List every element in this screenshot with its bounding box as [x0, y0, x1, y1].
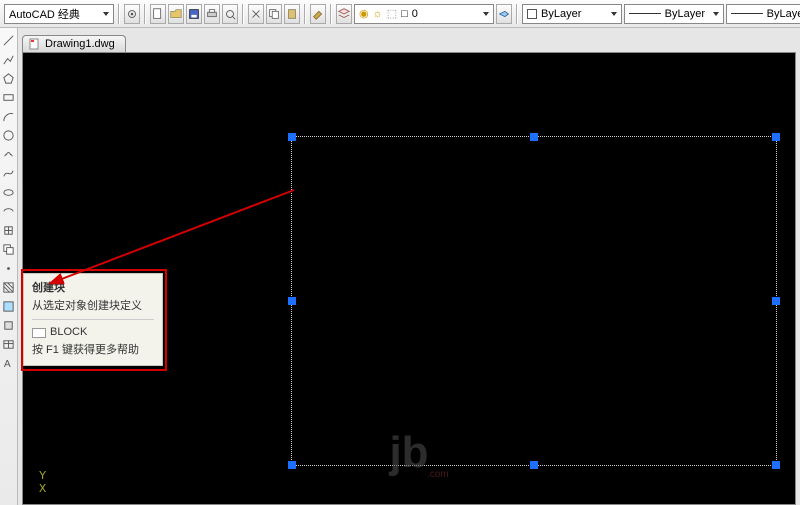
sun-icon: ☼	[373, 8, 383, 20]
polyline-tool-icon[interactable]	[1, 51, 17, 67]
layer-dropdown[interactable]: ◉ ☼ ⬚ □ 0	[354, 4, 494, 24]
selection-grip[interactable]	[288, 461, 296, 469]
print-icon[interactable]	[204, 4, 220, 24]
line-sample-icon	[629, 13, 661, 14]
polygon-tool-icon[interactable]	[1, 70, 17, 86]
toolbar-row-1: AutoCAD 经典 ◉ ☼ ⬚ □ 0 ByLayer ByLayer ByL…	[0, 0, 800, 28]
axis-x: X	[39, 483, 46, 496]
gradient-tool-icon[interactable]	[1, 298, 17, 314]
region-tool-icon[interactable]	[1, 317, 17, 333]
color-swatch-icon	[527, 9, 537, 19]
table-tool-icon[interactable]	[1, 336, 17, 352]
separator	[304, 4, 306, 24]
separator	[242, 4, 244, 24]
open-file-icon[interactable]	[168, 4, 184, 24]
document-tabs: Drawing1.dwg	[22, 32, 796, 52]
main-area: A Drawing1.dwg Y X 创建块 从选定对象创建块定义	[0, 28, 800, 505]
svg-text:A: A	[4, 359, 11, 370]
paste-icon[interactable]	[284, 4, 300, 24]
selection-grip[interactable]	[530, 133, 538, 141]
lineweight-sample-icon	[731, 13, 763, 14]
chevron-down-icon	[483, 12, 489, 16]
selection-grip[interactable]	[772, 461, 780, 469]
dwg-file-icon	[29, 38, 41, 50]
selection-rectangle[interactable]	[291, 136, 777, 466]
save-icon[interactable]	[186, 4, 202, 24]
tooltip-title: 创建块	[32, 280, 154, 298]
tooltip-block: 创建块 从选定对象创建块定义 BLOCK 按 F1 键获得更多帮助	[23, 273, 163, 366]
gear-icon[interactable]	[124, 4, 140, 24]
tooltip-command-row: BLOCK	[32, 324, 154, 342]
separator	[330, 4, 332, 24]
arc-tool-icon[interactable]	[1, 108, 17, 124]
chevron-down-icon	[611, 12, 617, 16]
lightbulb-icon: ◉	[359, 7, 369, 20]
tooltip-command: BLOCK	[50, 324, 87, 342]
selection-grip[interactable]	[530, 461, 538, 469]
linetype-value: ByLayer	[665, 8, 705, 20]
drawing-area-wrap: Drawing1.dwg Y X 创建块 从选定对象创建块定义 BLOCK 按 …	[22, 32, 796, 505]
tooltip-separator	[32, 319, 154, 320]
ucs-axis-label: Y X	[39, 470, 46, 496]
chevron-down-icon	[103, 12, 109, 16]
color-value: ByLayer	[541, 8, 581, 20]
tab-drawing1[interactable]: Drawing1.dwg	[22, 35, 126, 52]
workspace-dropdown[interactable]: AutoCAD 经典	[4, 4, 114, 24]
revcloud-tool-icon[interactable]	[1, 146, 17, 162]
lineweight-value: ByLayer	[767, 8, 800, 20]
copy-icon[interactable]	[266, 4, 282, 24]
point-tool-icon[interactable]	[1, 260, 17, 276]
separator	[144, 4, 146, 24]
separator	[118, 4, 120, 24]
workspace-label: AutoCAD 经典	[9, 6, 80, 22]
line-tool-icon[interactable]	[1, 32, 17, 48]
axis-y: Y	[39, 470, 46, 483]
tab-label: Drawing1.dwg	[45, 38, 115, 50]
match-prop-icon[interactable]	[310, 4, 326, 24]
tooltip-help: 按 F1 键获得更多帮助	[32, 342, 154, 360]
layer-prev-icon[interactable]	[496, 4, 512, 24]
circle-tool-icon[interactable]	[1, 127, 17, 143]
tooltip-description: 从选定对象创建块定义	[32, 298, 154, 316]
layer-manager-icon[interactable]	[336, 4, 352, 24]
draw-palette: A	[0, 28, 18, 505]
new-file-icon[interactable]	[150, 4, 166, 24]
drawing-canvas[interactable]: Y X 创建块 从选定对象创建块定义 BLOCK 按 F1 键获得更多帮助	[22, 52, 796, 505]
ellipse-tool-icon[interactable]	[1, 184, 17, 200]
rectangle-tool-icon[interactable]	[1, 89, 17, 105]
selection-grip[interactable]	[288, 297, 296, 305]
mtext-tool-icon[interactable]: A	[1, 355, 17, 371]
square-icon: □	[401, 8, 408, 20]
ellipse-arc-tool-icon[interactable]	[1, 203, 17, 219]
linetype-dropdown[interactable]: ByLayer	[624, 4, 724, 24]
selection-grip[interactable]	[288, 133, 296, 141]
separator	[516, 4, 518, 24]
lock-icon: ⬚	[387, 7, 397, 20]
hatch-tool-icon[interactable]	[1, 279, 17, 295]
chevron-down-icon	[713, 12, 719, 16]
watermark-sub: .com	[427, 469, 449, 480]
lineweight-dropdown[interactable]: ByLayer	[726, 4, 800, 24]
plot-preview-icon[interactable]	[222, 4, 238, 24]
selection-grip[interactable]	[772, 297, 780, 305]
left-tool-palettes: A	[0, 28, 18, 505]
make-block-tool-icon[interactable]	[1, 241, 17, 257]
block-cmd-icon	[32, 328, 46, 338]
color-dropdown[interactable]: ByLayer	[522, 4, 622, 24]
cut-icon[interactable]	[248, 4, 264, 24]
insert-block-tool-icon[interactable]	[1, 222, 17, 238]
layer-name: 0	[412, 8, 418, 20]
selection-grip[interactable]	[772, 133, 780, 141]
spline-tool-icon[interactable]	[1, 165, 17, 181]
